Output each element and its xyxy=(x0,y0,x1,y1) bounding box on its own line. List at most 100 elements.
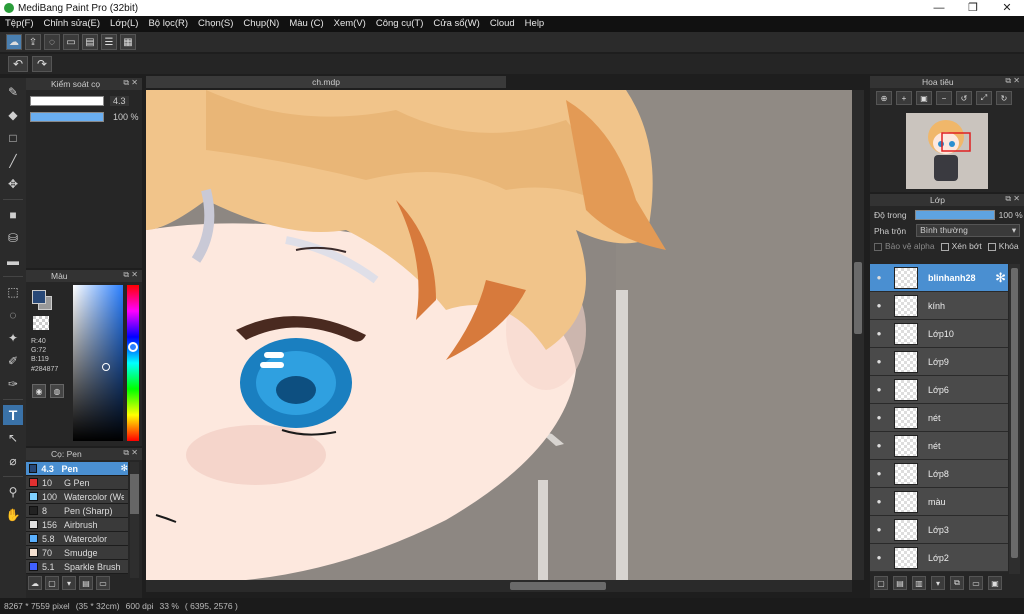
foreground-color-swatch[interactable] xyxy=(32,290,46,304)
panel-close-icon[interactable]: ⧉ ✕ xyxy=(123,78,138,88)
palette-icon[interactable]: ◉ xyxy=(32,384,46,398)
operation-tool-icon[interactable]: ↖ xyxy=(3,428,23,448)
layer-item[interactable]: ● Lớp10 xyxy=(870,320,1008,348)
layer-settings-icon[interactable]: ✻ xyxy=(995,270,1006,286)
canvas-vertical-scrollbar[interactable] xyxy=(852,90,864,580)
gradient-tool-icon[interactable]: ▬ xyxy=(3,251,23,271)
brush-settings-icon[interactable]: ✻ xyxy=(120,463,128,474)
menu-help[interactable]: Help xyxy=(520,16,550,32)
redo-icon[interactable]: ↷ xyxy=(32,56,52,72)
select-tool-icon[interactable]: ⬚ xyxy=(3,282,23,302)
canvas-tab[interactable]: ch.mdp xyxy=(146,76,506,88)
fill-rect-tool-icon[interactable]: ■ xyxy=(3,205,23,225)
clip-checkbox[interactable] xyxy=(940,242,949,251)
brush-item[interactable]: 100 Watercolor (We xyxy=(26,490,128,504)
color-wheel-icon[interactable]: ◍ xyxy=(50,384,64,398)
chat-icon[interactable]: ▭ xyxy=(63,34,79,50)
canvas-vscroll-thumb[interactable] xyxy=(854,262,862,334)
layer-item[interactable]: ● Lớp3 xyxy=(870,516,1008,544)
upload-icon[interactable]: ⇪ xyxy=(25,34,41,50)
menu-file[interactable]: Tệp(F) xyxy=(0,16,39,32)
select-pen-tool-icon[interactable]: ✐ xyxy=(3,351,23,371)
panel-close-icon[interactable]: ⧉ ✕ xyxy=(123,270,138,280)
canvas-horizontal-scrollbar[interactable] xyxy=(146,580,852,592)
hue-slider[interactable] xyxy=(127,285,139,441)
lasso-tool-icon[interactable]: ◌ xyxy=(3,305,23,325)
eraser-tool-icon[interactable]: ◆ xyxy=(3,105,23,125)
layer-scroll-thumb[interactable] xyxy=(1011,268,1018,558)
sv-picker-handle[interactable] xyxy=(102,363,110,371)
menu-view[interactable]: Xem(V) xyxy=(329,16,371,32)
brush-list-scroll-thumb[interactable] xyxy=(130,474,139,514)
drawing-canvas[interactable] xyxy=(146,90,852,580)
document-icon[interactable]: ▤ xyxy=(82,34,98,50)
layer-opacity-slider[interactable] xyxy=(914,210,995,220)
new-layer-icon[interactable]: ▢ xyxy=(874,576,888,590)
protect-alpha-checkbox[interactable] xyxy=(874,242,882,251)
saturation-value-picker[interactable] xyxy=(73,285,123,441)
grid-icon[interactable]: ▦ xyxy=(120,34,136,50)
minimize-button[interactable]: — xyxy=(922,0,956,16)
layer-item[interactable]: ● màu xyxy=(870,488,1008,516)
layer-visibility-icon[interactable]: ● xyxy=(870,329,888,338)
lock-checkbox[interactable] xyxy=(987,242,996,251)
layer-item[interactable]: ● Lớp2 xyxy=(870,544,1008,572)
brush-tool-icon[interactable]: ✎ xyxy=(3,82,23,102)
brush-item[interactable]: 5.1 Sparkle Brush xyxy=(26,560,128,574)
panel-close-icon[interactable]: ⧉ ✕ xyxy=(123,448,138,458)
menu-select[interactable]: Chọn(S) xyxy=(193,16,238,32)
menu-cloud[interactable]: Cloud xyxy=(485,16,520,32)
duplicate-layer-icon[interactable]: ⧉ xyxy=(950,576,964,590)
cloud-icon[interactable]: ☁ xyxy=(6,34,22,50)
new-halftone-layer-icon[interactable]: ▤ xyxy=(893,576,907,590)
layer-visibility-icon[interactable]: ● xyxy=(870,273,888,282)
layer-item[interactable]: ● Lớp9 xyxy=(870,348,1008,376)
brush-copy-icon[interactable]: ▤ xyxy=(79,576,93,590)
brush-item[interactable]: 8 Pen (Sharp) xyxy=(26,504,128,518)
layer-visibility-icon[interactable]: ● xyxy=(870,357,888,366)
brush-item[interactable]: 10 G Pen xyxy=(26,476,128,490)
magic-wand-tool-icon[interactable]: ✦ xyxy=(3,328,23,348)
brush-size-value[interactable]: 4.3 xyxy=(110,96,129,106)
clip-option[interactable]: Xén bớt xyxy=(940,241,982,251)
layer-list-scrollbar[interactable] xyxy=(1009,264,1020,574)
rotate-left-icon[interactable]: ↺ xyxy=(956,91,972,105)
hand-tool-icon[interactable]: ✋ xyxy=(3,505,23,525)
layer-visibility-icon[interactable]: ● xyxy=(870,553,888,562)
layer-item[interactable]: ● kính xyxy=(870,292,1008,320)
layer-menu-icon[interactable]: ▾ xyxy=(931,576,945,590)
bucket-tool-icon[interactable]: ⛁ xyxy=(3,228,23,248)
rotate-right-icon[interactable]: ↻ xyxy=(996,91,1012,105)
layer-visibility-icon[interactable]: ● xyxy=(870,301,888,310)
brush-item[interactable]: 5.8 Watercolor xyxy=(26,532,128,546)
zoom-in-icon[interactable]: + xyxy=(896,91,912,105)
blend-mode-select[interactable]: Bình thường xyxy=(916,224,1021,237)
layer-visibility-icon[interactable]: ● xyxy=(870,469,888,478)
select-eraser-tool-icon[interactable]: ✑ xyxy=(3,374,23,394)
zoom-fit-icon[interactable]: ⊕ xyxy=(876,91,892,105)
layer-visibility-icon[interactable]: ● xyxy=(870,413,888,422)
dropper-tool-icon[interactable]: ⌀ xyxy=(3,451,23,471)
rectangle-tool-icon[interactable]: □ xyxy=(3,128,23,148)
navigator-thumbnail[interactable] xyxy=(906,113,988,189)
lock-option[interactable]: Khóa xyxy=(987,241,1019,251)
comment-icon[interactable]: ◌ xyxy=(44,34,60,50)
undo-icon[interactable]: ↶ xyxy=(8,56,28,72)
brush-item[interactable]: 4.3 Pen ✻ xyxy=(26,462,128,476)
layer-folder-icon[interactable]: ▭ xyxy=(969,576,983,590)
layer-visibility-icon[interactable]: ● xyxy=(870,525,888,534)
menu-window[interactable]: Cửa sổ(W) xyxy=(428,16,484,32)
brush-folder-icon[interactable]: ▭ xyxy=(96,576,110,590)
layer-item[interactable]: ● nét xyxy=(870,404,1008,432)
menu-layer[interactable]: Lớp(L) xyxy=(105,16,143,32)
zoom-actual-icon[interactable]: ▣ xyxy=(916,91,932,105)
text-tool-icon[interactable]: T xyxy=(3,405,23,425)
delete-layer-icon[interactable]: ▣ xyxy=(988,576,1002,590)
layer-visibility-icon[interactable]: ● xyxy=(870,497,888,506)
hue-slider-handle[interactable] xyxy=(128,342,138,352)
fit-window-icon[interactable]: ⤢ xyxy=(976,91,992,105)
menu-tools[interactable]: Công cụ(T) xyxy=(371,16,429,32)
maximize-button[interactable]: ❐ xyxy=(956,0,990,16)
layer-item[interactable]: ● blinhanh28 ✻ xyxy=(870,264,1008,292)
brush-menu-icon[interactable]: ▾ xyxy=(62,576,76,590)
